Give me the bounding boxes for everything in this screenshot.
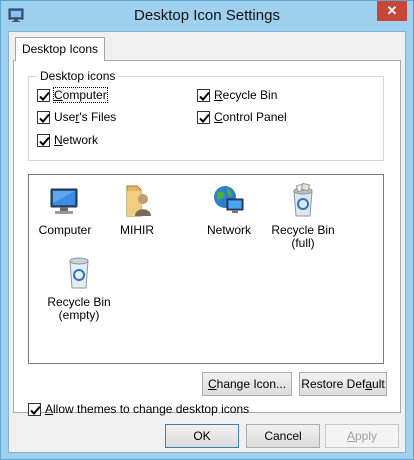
- ok-button[interactable]: OK: [165, 424, 239, 448]
- icon-item-user-folder[interactable]: MIHIR: [101, 183, 173, 237]
- checkbox-box[interactable]: [37, 88, 50, 102]
- checkbox-allow-themes[interactable]: Allow themes to change desktop icons: [28, 401, 249, 417]
- recycle-bin-empty-icon: [69, 257, 89, 289]
- checkbox-box[interactable]: [197, 88, 210, 102]
- checkbox-control-panel[interactable]: Control Panel: [197, 109, 287, 125]
- recycle-bin-full-icon: [293, 183, 313, 217]
- icon-item-network[interactable]: Network: [193, 183, 265, 237]
- icon-label: Recycle Bin (empty): [47, 295, 111, 322]
- checkmark-icon: [30, 405, 41, 415]
- checkbox-computer[interactable]: Computer: [37, 87, 108, 103]
- group-label: Desktop icons: [37, 69, 119, 83]
- checkbox-box[interactable]: [37, 110, 50, 124]
- checkbox-label: Allow themes to change desktop icons: [45, 402, 250, 416]
- checkbox-label: Control Panel: [214, 110, 287, 124]
- restore-default-button[interactable]: Restore Default: [299, 372, 387, 396]
- checkbox-recycle-bin[interactable]: Recycle Bin: [197, 87, 277, 103]
- network-icon: [214, 186, 244, 213]
- cancel-button[interactable]: Cancel: [246, 424, 320, 448]
- change-icon-button[interactable]: Change Icon...: [202, 372, 292, 396]
- icon-label: Recycle Bin (full): [271, 223, 335, 250]
- icon-item-recycle-bin-empty[interactable]: Recycle Bin (empty): [43, 255, 115, 322]
- icon-label: Computer: [38, 223, 92, 237]
- checkbox-label: Computer: [53, 87, 108, 103]
- checkmark-icon: [199, 91, 210, 101]
- icon-item-computer[interactable]: Computer: [29, 183, 101, 237]
- checkmark-icon: [39, 91, 50, 101]
- title-bar[interactable]: Desktop Icon Settings ✕: [1, 1, 413, 31]
- apply-button[interactable]: Apply: [325, 424, 399, 448]
- dialog-client-area: Desktop Icons Desktop icons Computer Rec…: [8, 31, 406, 453]
- checkbox-label: Network: [54, 133, 99, 147]
- computer-icon: [50, 188, 78, 214]
- checkbox-box[interactable]: [197, 110, 210, 124]
- icon-label: MIHIR: [120, 223, 154, 237]
- close-icon: ✕: [386, 3, 398, 18]
- checkmark-icon: [39, 136, 50, 146]
- user-folder-icon: [126, 185, 151, 217]
- tab-panel: Desktop icons Computer Recycle Bin User'…: [13, 60, 401, 416]
- checkbox-box[interactable]: [37, 133, 50, 147]
- checkmark-icon: [39, 113, 50, 123]
- icon-list[interactable]: Computer MIHIR Network Recycle Bin (full…: [28, 174, 384, 364]
- checkbox-box[interactable]: [28, 402, 41, 416]
- close-button[interactable]: ✕: [377, 1, 407, 21]
- dialog-window: Desktop Icon Settings ✕ Desktop Icons De…: [0, 0, 414, 460]
- checkbox-users-files[interactable]: User's Files: [37, 109, 116, 125]
- checkbox-network[interactable]: Network: [37, 132, 98, 148]
- checkbox-label: User's Files: [54, 110, 117, 124]
- window-title: Desktop Icon Settings: [134, 7, 280, 24]
- checkmark-icon: [199, 113, 210, 123]
- tab-desktop-icons[interactable]: Desktop Icons: [15, 37, 105, 61]
- checkbox-label: Recycle Bin: [214, 88, 278, 102]
- icon-item-recycle-bin-full[interactable]: Recycle Bin (full): [267, 183, 339, 250]
- desktop-icons-group: Desktop icons Computer Recycle Bin User'…: [28, 69, 384, 161]
- icon-label: Network: [206, 223, 251, 237]
